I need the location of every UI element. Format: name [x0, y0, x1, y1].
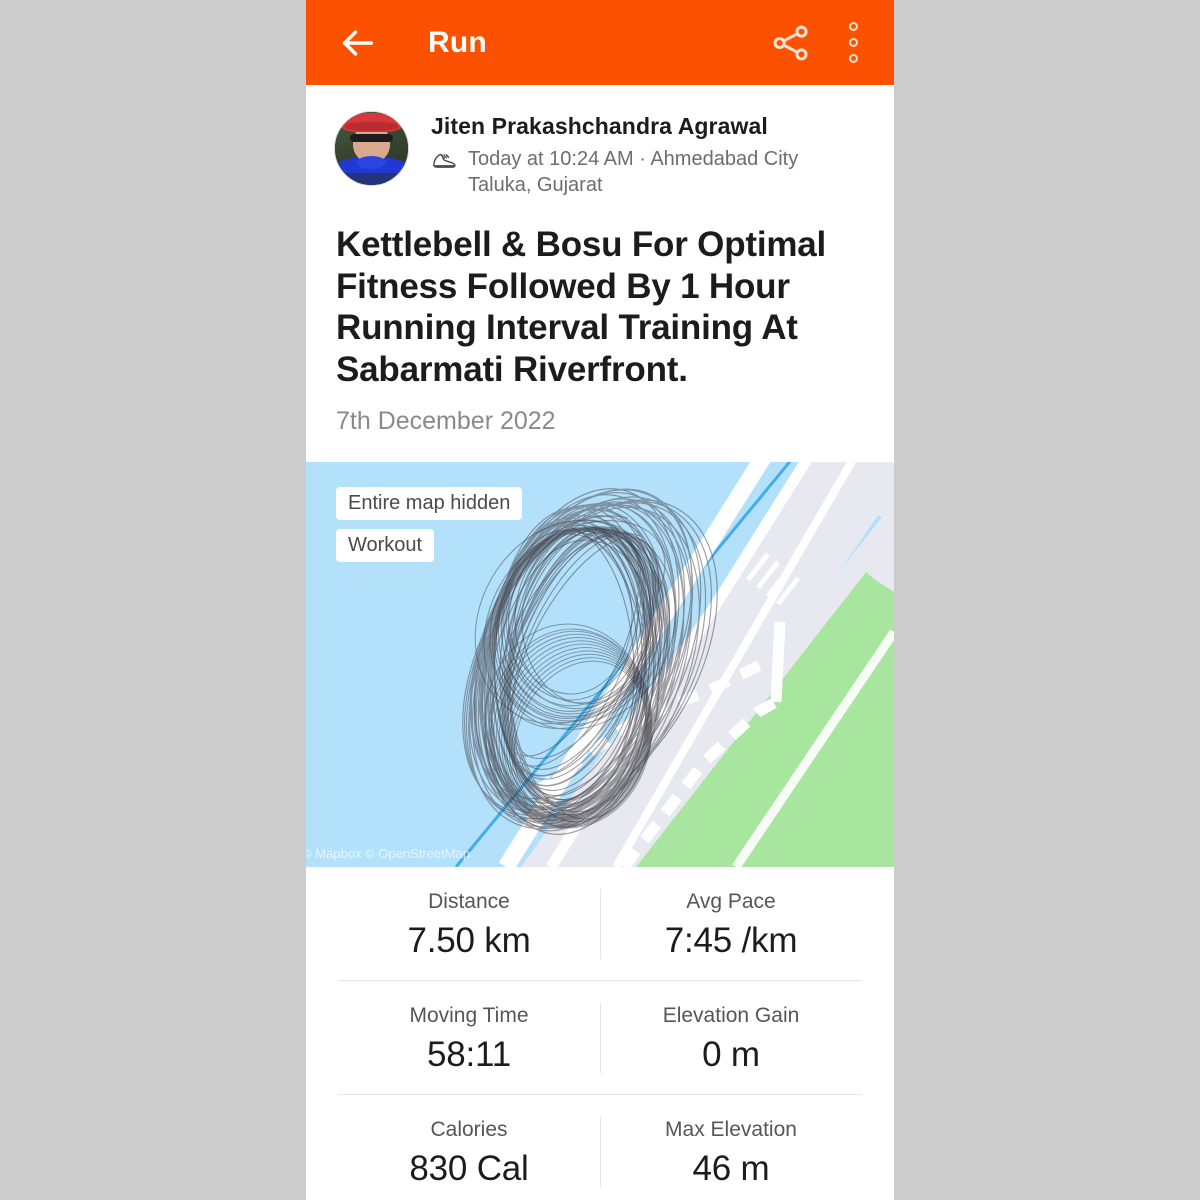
page-title: Run: [428, 25, 487, 59]
avatar-bandana-shadow: [345, 122, 398, 131]
overflow-dot: [848, 54, 858, 63]
stat-row: Calories 830 Cal Max Elevation 46 m: [338, 1095, 862, 1200]
app-bar: Run: [306, 0, 894, 85]
activity-meta-row: Today at 10:24 AM · Ahmedabad City Taluk…: [431, 147, 866, 198]
avatar[interactable]: [334, 111, 409, 186]
stat-distance: Distance 7.50 km: [338, 867, 600, 980]
stat-elevation-gain: Elevation Gain 0 m: [600, 981, 862, 1094]
map-badge-list: Entire map hidden Workout: [336, 486, 523, 562]
map-badge-hidden[interactable]: Entire map hidden: [336, 486, 523, 520]
activity-meta: Today at 10:24 AM · Ahmedabad City Taluk…: [468, 148, 799, 196]
avatar-collar: [356, 155, 387, 169]
stat-divider: [600, 888, 601, 959]
stat-value: 830 Cal: [409, 1149, 529, 1189]
athlete-name[interactable]: Jiten Prakashchandra Agrawal: [431, 113, 866, 140]
running-shoe-icon: [431, 149, 458, 176]
stat-divider: [600, 1002, 601, 1073]
overflow-dot: [848, 38, 858, 47]
stat-label: Elevation Gain: [662, 1003, 800, 1027]
athlete-text-block: Jiten Prakashchandra Agrawal Today at 10…: [431, 111, 866, 198]
more-vertical-icon[interactable]: [836, 18, 870, 68]
overflow-dot: [848, 22, 858, 31]
arrow-left-icon[interactable]: [336, 21, 380, 65]
stats-grid: Distance 7.50 km Avg Pace 7:45 /km Movin…: [306, 867, 894, 1200]
map-attribution[interactable]: © Mapbox © OpenStreetMap: [306, 846, 470, 861]
stat-value: 46 m: [692, 1149, 770, 1189]
stat-moving-time: Moving Time 58:11: [338, 981, 600, 1094]
stat-value: 0 m: [702, 1034, 760, 1074]
phone-panel: Run Jiten Prakashchandra Agrawal Today a…: [306, 0, 894, 1200]
activity-date: 7th December 2022: [336, 406, 556, 435]
avatar-lower-strip: [335, 173, 408, 185]
stat-label: Moving Time: [409, 1003, 529, 1027]
activity-title[interactable]: Kettlebell & Bosu For Optimal Fitness Fo…: [306, 198, 894, 391]
stat-avg-pace: Avg Pace 7:45 /km: [600, 867, 862, 980]
stat-row: Moving Time 58:11 Elevation Gain 0 m: [338, 981, 862, 1095]
activity-map[interactable]: Entire map hidden Workout © Mapbox © Ope…: [306, 461, 894, 867]
athlete-header[interactable]: Jiten Prakashchandra Agrawal Today at 10…: [306, 85, 894, 198]
stat-value: 7:45 /km: [664, 920, 798, 960]
stat-row: Distance 7.50 km Avg Pace 7:45 /km: [338, 867, 862, 981]
map-badge-workout[interactable]: Workout: [336, 528, 435, 562]
stat-divider: [600, 1116, 601, 1187]
stat-value: 7.50 km: [407, 920, 531, 960]
share-icon[interactable]: [768, 20, 814, 66]
stat-label: Calories: [430, 1118, 508, 1142]
stat-label: Max Elevation: [665, 1118, 797, 1142]
stat-value: 58:11: [427, 1034, 511, 1074]
screenshot-root: Run Jiten Prakashchandra Agrawal Today a…: [0, 0, 1200, 1200]
stat-max-elevation: Max Elevation 46 m: [600, 1095, 862, 1200]
stat-calories: Calories 830 Cal: [338, 1095, 600, 1200]
stat-label: Avg Pace: [686, 889, 776, 913]
avatar-sunglasses: [349, 133, 394, 142]
stat-label: Distance: [428, 889, 510, 913]
